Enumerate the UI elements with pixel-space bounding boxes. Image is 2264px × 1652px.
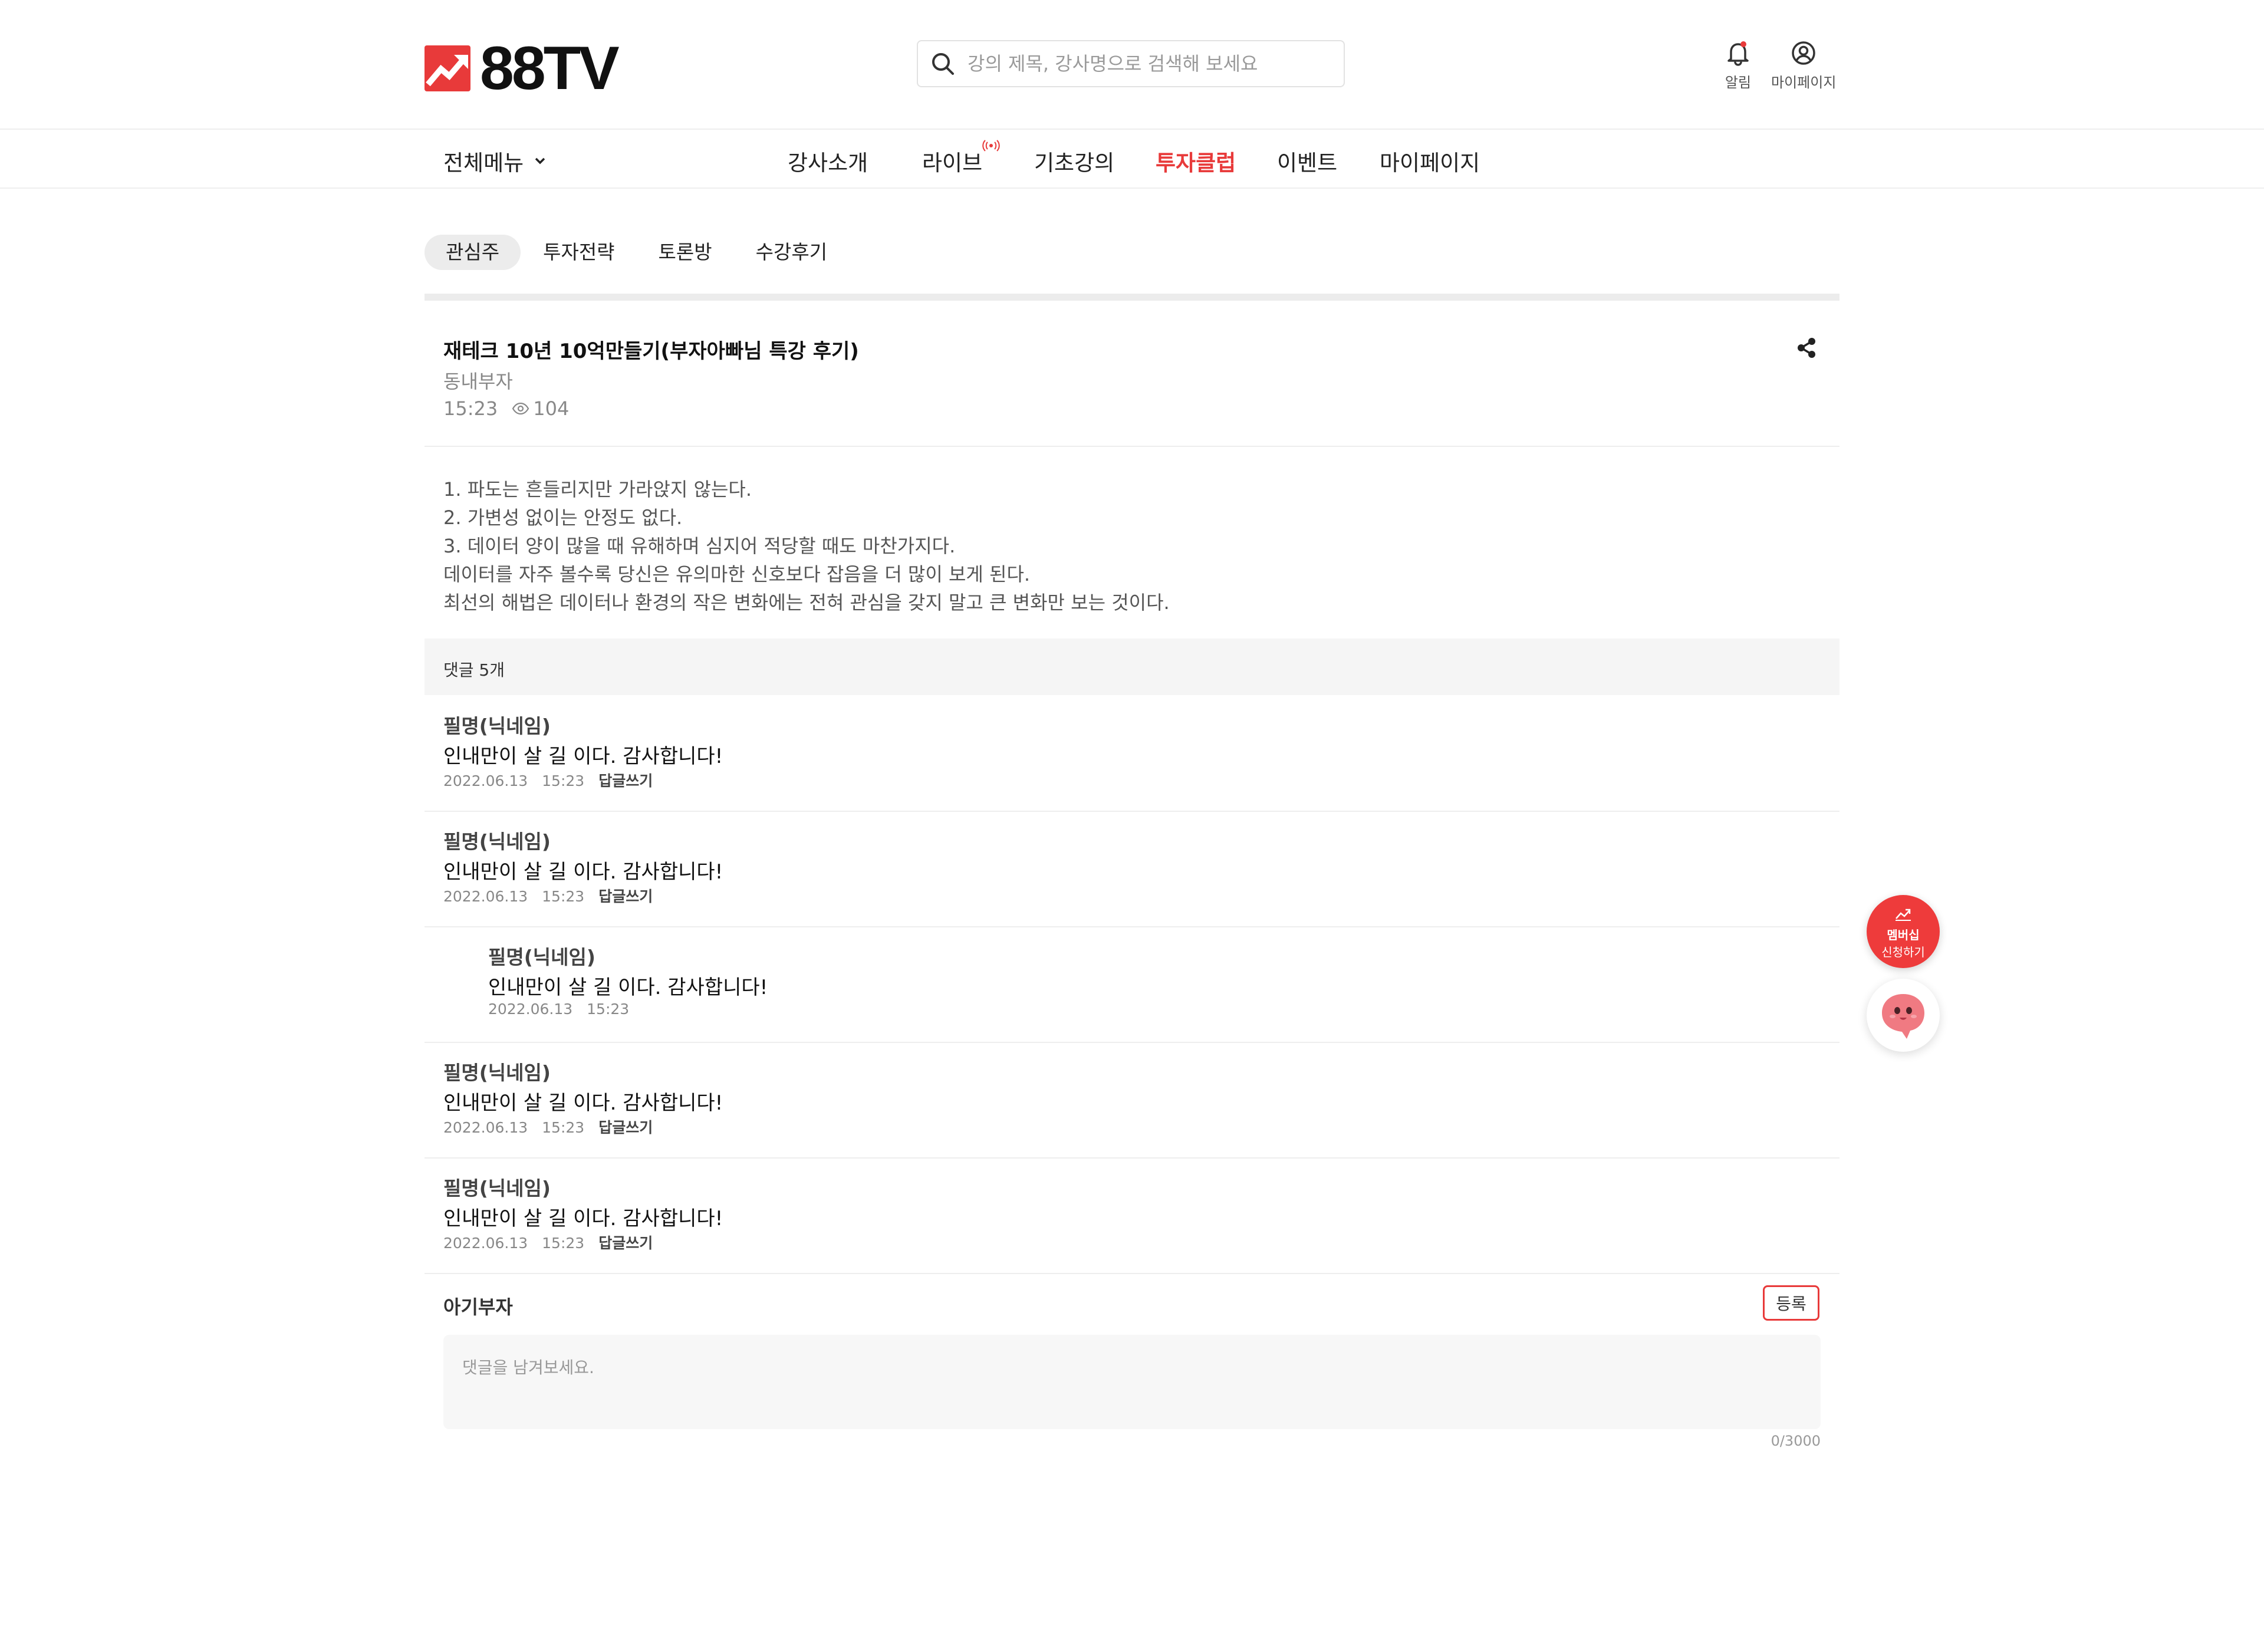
nav-item-live-label: 라이브 — [922, 150, 983, 176]
post: 재테크 10년 10억만들기(부자아빠님 특강 후기) 동내부자 15:23 1… — [424, 294, 1840, 643]
comment-date: 2022.06.13 — [488, 1001, 573, 1018]
post-body-line: 데이터를 자주 볼수록 당신은 유의마한 신호보다 잡음을 더 많이 보게 된다… — [443, 563, 1031, 585]
post-author: 동내부자 — [443, 370, 513, 393]
header: 88TV 알림 마이페이지 — [0, 0, 2264, 129]
comment-meta: 2022.06.13 15:23 답글쓰기 — [443, 885, 667, 906]
chatbot-fab[interactable] — [1867, 979, 1940, 1052]
post-body-line: 1. 파도는 흔들리지만 가라앉지 않는다. — [443, 478, 752, 501]
post-meta: 15:23 104 — [443, 397, 569, 420]
submit-comment-button[interactable]: 등록 — [1763, 1285, 1819, 1321]
alarm-label: 알림 — [1725, 74, 1752, 91]
mypage-label: 마이페이지 — [1771, 74, 1837, 91]
tab-reviews[interactable]: 수강후기 — [735, 235, 848, 270]
post-header: 재테크 10년 10억만들기(부자아빠님 특강 후기) 동내부자 15:23 1… — [424, 301, 1840, 447]
comment-textarea[interactable] — [443, 1335, 1821, 1429]
post-body-line: 3. 데이터 양이 많을 때 유해하며 심지어 적당할 때도 마찬가지다. — [443, 535, 956, 557]
tab-watchlist[interactable]: 관심주 — [424, 235, 521, 270]
reply-button[interactable]: 답글쓰기 — [598, 1235, 653, 1252]
comment-item: 필명(닉네임) 인내만이 살 길 이다. 감사합니다! 2022.06.13 15… — [424, 1042, 1840, 1159]
comment-count-bar: 댓글 5개 — [424, 639, 1840, 695]
post-views: 104 — [533, 397, 570, 420]
user-circle-icon — [1792, 41, 1815, 65]
bell-icon — [1727, 43, 1749, 66]
comment-author: 필명(닉네임) — [443, 1177, 551, 1200]
logo-chart-icon — [424, 45, 470, 91]
mypage-button[interactable]: 마이페이지 — [1771, 39, 1836, 91]
chevron-down-icon — [535, 157, 545, 164]
comment-author: 필명(닉네임) — [488, 946, 595, 969]
writer-name: 아기부자 — [443, 1296, 513, 1318]
alarm-dot — [1740, 41, 1746, 47]
trend-up-icon — [1896, 909, 1911, 921]
comment-time: 15:23 — [542, 1119, 585, 1136]
nav-item-instructors[interactable]: 강사소개 — [788, 145, 868, 177]
comment-author: 필명(닉네임) — [443, 830, 551, 853]
char-counter: 0/3000 — [1771, 1433, 1821, 1449]
tab-discussion[interactable]: 토론방 — [637, 235, 733, 270]
chat-character-icon — [1882, 994, 1924, 1039]
comment-meta: 2022.06.13 15:23 — [488, 1001, 643, 1018]
comment-text: 인내만이 살 길 이다. 감사합니다! — [443, 1207, 723, 1230]
comment-date: 2022.06.13 — [443, 1235, 528, 1252]
main-nav: 전체메뉴 강사소개 라이브 기초강의 투자클럽 이벤트 마이페이지 — [0, 129, 2264, 189]
comment-text: 인내만이 살 길 이다. 감사합니다! — [443, 860, 723, 884]
comment-count: 댓글 5개 — [443, 660, 505, 680]
comment-author: 필명(닉네임) — [443, 1061, 551, 1084]
nav-item-live[interactable]: 라이브 — [922, 140, 1000, 177]
nav-item-events[interactable]: 이벤트 — [1277, 145, 1337, 177]
comment-author: 필명(닉네임) — [443, 715, 551, 738]
comment-item: 필명(닉네임) 인내만이 살 길 이다. 감사합니다! 2022.06.13 15… — [424, 695, 1840, 812]
comment-date: 2022.06.13 — [443, 772, 528, 789]
post-body: 1. 파도는 흔들리지만 가라앉지 않는다. 2. 가변성 없이는 안정도 없다… — [424, 447, 1840, 643]
all-menu-label: 전체메뉴 — [443, 150, 524, 176]
comment-meta: 2022.06.13 15:23 답글쓰기 — [443, 1232, 667, 1253]
comment-time: 15:23 — [542, 888, 585, 905]
comment-meta: 2022.06.13 15:23 답글쓰기 — [443, 769, 667, 791]
reply-button[interactable]: 답글쓰기 — [598, 772, 653, 789]
search-input[interactable] — [966, 52, 1322, 75]
logo[interactable]: 88TV — [424, 34, 620, 103]
comment-text: 인내만이 살 길 이다. 감사합니다! — [443, 1091, 723, 1115]
board-tabs: 관심주 투자전략 토론방 수강후기 — [424, 235, 850, 270]
eye-icon — [512, 403, 529, 414]
share-icon[interactable] — [1795, 336, 1818, 360]
comment-meta: 2022.06.13 15:23 답글쓰기 — [443, 1116, 667, 1137]
reply-button[interactable]: 답글쓰기 — [598, 888, 653, 905]
logo-text: 88TV — [480, 34, 620, 103]
membership-label-2: 신청하기 — [1881, 945, 1925, 959]
reply-item: 필명(닉네임) 인내만이 살 길 이다. 감사합니다! 2022.06.13 15… — [424, 926, 1840, 1043]
comment-date: 2022.06.13 — [443, 1119, 528, 1136]
comment-date: 2022.06.13 — [443, 888, 528, 905]
broadcast-icon — [982, 140, 1000, 152]
nav-item-mypage[interactable]: 마이페이지 — [1380, 145, 1480, 177]
membership-fab[interactable]: 멤버십 신청하기 — [1867, 895, 1940, 968]
comment-time: 15:23 — [587, 1001, 630, 1018]
post-time: 15:23 — [443, 397, 498, 420]
post-title: 재테크 10년 10억만들기(부자아빠님 특강 후기) — [443, 340, 859, 363]
search-icon[interactable] — [930, 51, 956, 77]
comment-text: 인내만이 살 길 이다. 감사합니다! — [488, 976, 768, 999]
all-menu-button[interactable]: 전체메뉴 — [443, 145, 546, 177]
nav-item-investment-club[interactable]: 투자클럽 — [1156, 145, 1236, 177]
comment-time: 15:23 — [542, 772, 585, 789]
comment-time: 15:23 — [542, 1235, 585, 1252]
reply-button[interactable]: 답글쓰기 — [598, 1119, 653, 1136]
comment-text: 인내만이 살 길 이다. 감사합니다! — [443, 745, 723, 768]
membership-label-1: 멤버십 — [1887, 928, 1920, 942]
tab-strategy[interactable]: 투자전략 — [522, 235, 636, 270]
post-body-line: 최선의 해법은 데이터나 환경의 작은 변화에는 전혀 관심을 갖지 말고 큰 … — [443, 591, 1170, 614]
comment-item: 필명(닉네임) 인내만이 살 길 이다. 감사합니다! 2022.06.13 15… — [424, 1157, 1840, 1274]
search-box[interactable] — [917, 40, 1345, 87]
nav-item-basic-lectures[interactable]: 기초강의 — [1034, 145, 1114, 177]
alarm-button[interactable]: 알림 — [1724, 39, 1752, 91]
post-body-line: 2. 가변성 없이는 안정도 없다. — [443, 506, 683, 529]
comment-item: 필명(닉네임) 인내만이 살 길 이다. 감사합니다! 2022.06.13 15… — [424, 811, 1840, 927]
